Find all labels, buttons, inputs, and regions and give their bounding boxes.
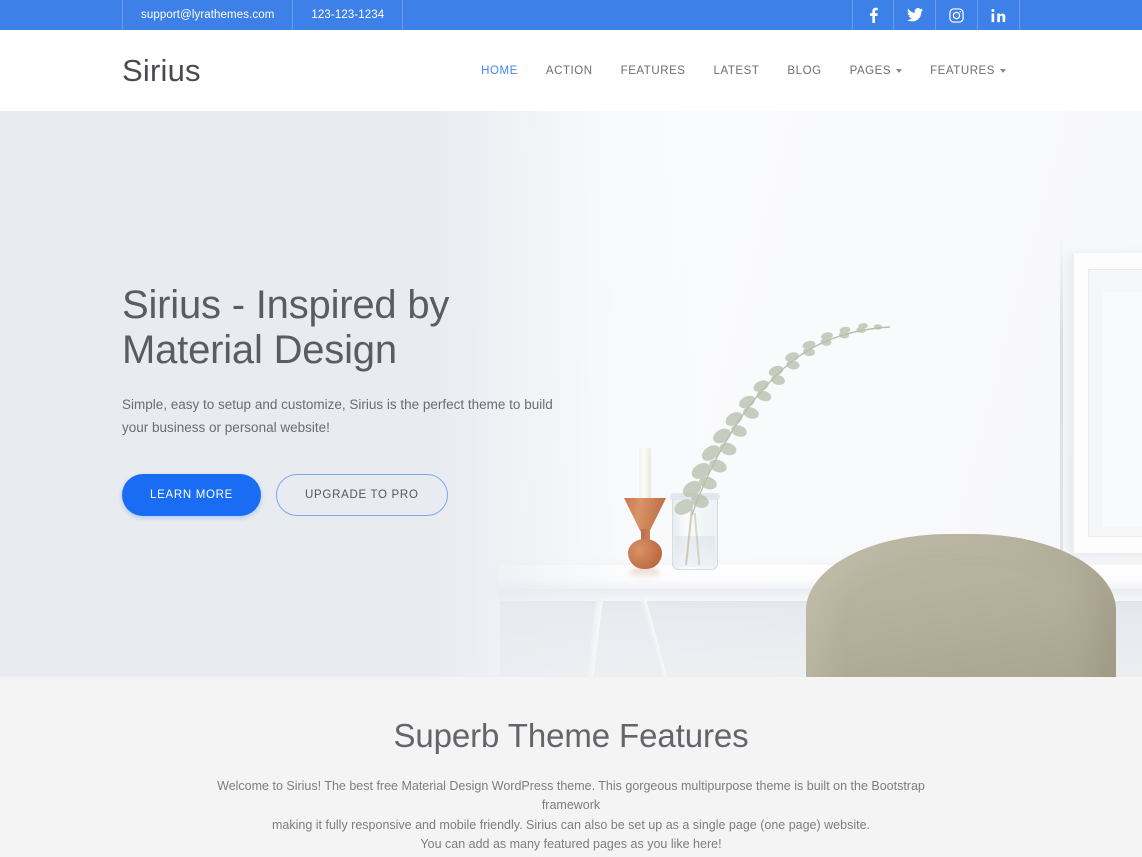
hero-subtitle: Simple, easy to setup and customize, Sir… <box>122 396 553 436</box>
site-header: Sirius HOME ACTION FEATURES LATEST BLOG … <box>0 30 1142 111</box>
nav-item-pages[interactable]: PAGES <box>836 57 917 85</box>
nav-item-features-dropdown[interactable]: FEATURES <box>916 57 1020 85</box>
nav-item-label: BLOG <box>787 64 822 77</box>
contact-email[interactable]: support@lyrathemes.com <box>122 0 294 30</box>
instagram-icon[interactable] <box>936 0 978 30</box>
top-bar: support@lyrathemes.com 123-123-1234 <box>0 0 1142 30</box>
nav-item-label: FEATURES <box>620 64 686 77</box>
contact-phone[interactable]: 123-123-1234 <box>293 0 404 30</box>
nav-item-label: FEATURES <box>930 64 995 77</box>
nav-item-label: HOME <box>481 64 518 77</box>
nav-item-label: LATEST <box>713 64 760 77</box>
nav-item-home[interactable]: HOME <box>467 57 532 85</box>
facebook-icon[interactable] <box>852 0 894 30</box>
hero-button-group: LEARN MORE UPGRADE TO PRO <box>122 473 592 516</box>
nav-item-latest[interactable]: LATEST <box>700 57 774 85</box>
nav-item-action[interactable]: ACTION <box>532 57 607 85</box>
site-logo[interactable]: Sirius <box>122 55 201 86</box>
nav-item-label: PAGES <box>849 64 892 77</box>
features-title: Superb Theme Features <box>393 717 749 754</box>
hero-section: Sirius - Inspired by Material Design Sim… <box>0 111 1142 677</box>
hero-content: Sirius - Inspired by Material Design Sim… <box>122 283 592 516</box>
twitter-icon[interactable] <box>894 0 936 30</box>
features-description-line-1: Welcome to Sirius! The best free Materia… <box>217 779 925 813</box>
chevron-down-icon <box>1000 69 1006 73</box>
linkedin-icon[interactable] <box>978 0 1020 30</box>
features-section: Superb Theme Features Welcome to Sirius!… <box>0 677 1142 857</box>
main-navigation: HOME ACTION FEATURES LATEST BLOG PAGES F… <box>467 57 1020 85</box>
chevron-down-icon <box>896 69 903 73</box>
nav-item-blog[interactable]: BLOG <box>773 57 835 85</box>
upgrade-to-pro-button[interactable]: UPGRADE TO PRO <box>276 473 448 516</box>
top-bar-contact-group: support@lyrathemes.com 123-123-1234 <box>122 0 404 30</box>
features-description: Welcome to Sirius! The best free Materia… <box>191 777 951 855</box>
learn-more-button[interactable]: LEARN MORE <box>122 473 262 516</box>
nav-item-features[interactable]: FEATURES <box>607 57 700 85</box>
features-description-line-2: making it fully responsive and mobile fr… <box>271 817 871 832</box>
nav-item-label: ACTION <box>545 64 593 77</box>
features-description-line-3: You can add as many featured pages as yo… <box>420 837 722 852</box>
social-links <box>852 0 1020 30</box>
hero-title: Sirius - Inspired by Material Design <box>122 283 450 372</box>
